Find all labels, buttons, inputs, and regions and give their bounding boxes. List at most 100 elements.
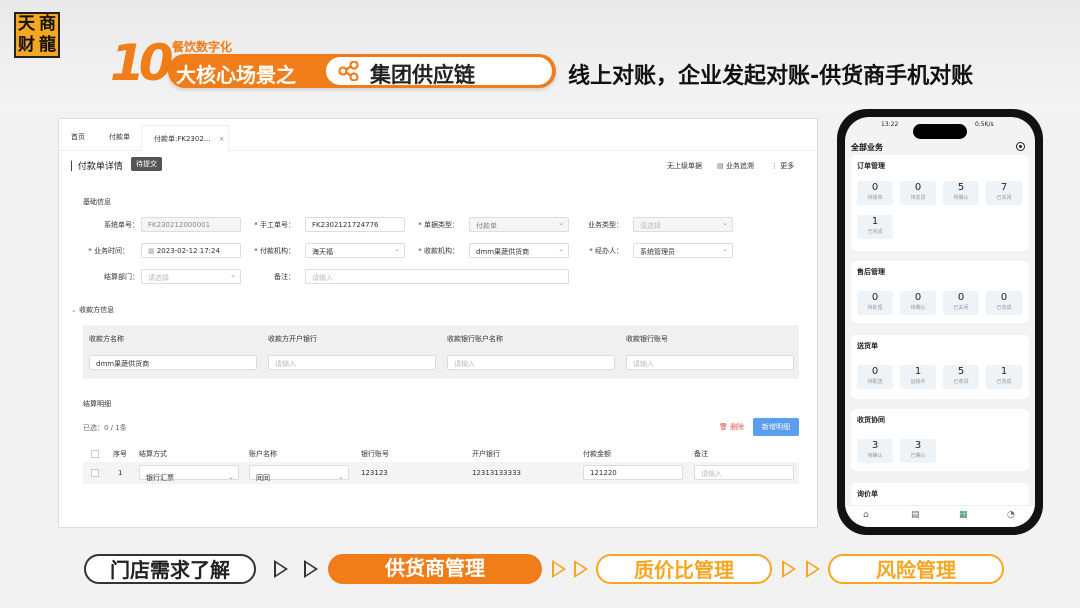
no-parent-doc-button[interactable]: 无上级单据 bbox=[667, 161, 702, 171]
receiver-name-input[interactable]: dmm果蔬供货商 bbox=[89, 355, 257, 370]
phone-screen: 13:22 0.5K/s 全部业务 订单管理 0 待接单 0 待发货 5 待确认 7已… bbox=[845, 117, 1035, 527]
field-label: * 单据类型： bbox=[418, 221, 459, 229]
brand-logo: 天 商 财 龍 bbox=[14, 12, 60, 58]
chevron-down-icon: ⌄ bbox=[71, 306, 80, 314]
add-detail-button[interactable]: 新增明细 bbox=[753, 418, 799, 436]
arrow-icon bbox=[552, 560, 566, 578]
settle-method-select[interactable]: 银行汇票 ⌄ bbox=[139, 465, 239, 482]
phone-page-title: 全部业务 bbox=[851, 143, 883, 152]
field-label: * 业务时间： bbox=[88, 247, 129, 255]
arrow-icon bbox=[304, 560, 318, 578]
tab-home[interactable]: 首页 bbox=[71, 132, 85, 142]
receiver-info-heading[interactable]: ⌄ 收款方信息 bbox=[71, 305, 114, 315]
stat[interactable]: 0 待确认 bbox=[900, 291, 936, 315]
tab-payment-list[interactable]: 付款单 bbox=[109, 132, 130, 142]
doc-icon[interactable]: ▤ bbox=[911, 510, 920, 520]
header-bar: 大核心场景之 集团供应链 bbox=[168, 54, 556, 88]
step-store-demand[interactable]: 门店需求了解 bbox=[84, 554, 256, 584]
field-label: * 收款机构： bbox=[418, 247, 459, 255]
status-badge: 待提交 bbox=[131, 157, 162, 171]
target-icon[interactable] bbox=[1016, 142, 1025, 151]
stat[interactable]: 1 运输中 bbox=[900, 365, 936, 389]
receiver-bank-input[interactable]: 请输入 bbox=[268, 355, 436, 370]
trace-button[interactable]: ▤ 业务追溯 bbox=[717, 161, 754, 171]
stat[interactable]: 0 待发货 bbox=[900, 181, 936, 205]
stat[interactable]: 1 已完成 bbox=[986, 365, 1022, 389]
biz-time-input[interactable]: ▦ 2023-02-12 17:24 bbox=[141, 243, 241, 258]
stat[interactable]: 0 已关闭 bbox=[943, 291, 979, 315]
stat[interactable]: 0 待接单 bbox=[857, 181, 893, 205]
doc-type-select[interactable]: 付款单 ⌄ bbox=[469, 217, 569, 232]
stat[interactable]: 5 已收货 bbox=[943, 365, 979, 389]
amount-input[interactable]: 121220 bbox=[583, 465, 683, 480]
step-quality-price[interactable]: 质价比管理 bbox=[596, 554, 772, 584]
receiver-col: 收款方开户银行 bbox=[268, 335, 317, 343]
receiving-card: 收货协同 3 待确认 3 已确认 bbox=[851, 409, 1029, 471]
stat[interactable]: 3 已确认 bbox=[900, 439, 936, 463]
receiver-account-name-input[interactable]: 请输入 bbox=[447, 355, 615, 370]
stat[interactable]: 0 待配送 bbox=[857, 365, 893, 389]
field-label: 备注： bbox=[274, 273, 295, 281]
stat[interactable]: 7 已关闭 bbox=[986, 181, 1022, 205]
stat[interactable]: 0 待处理 bbox=[857, 291, 893, 315]
field-label: 系统单号： bbox=[104, 221, 139, 229]
handler-select[interactable]: 系统管理员 ⌄ bbox=[633, 243, 733, 258]
page-title: ▏付款单详情 bbox=[71, 162, 123, 172]
header-left-text: 大核心场景之 bbox=[176, 63, 296, 87]
more-icon: ⋮ bbox=[771, 162, 781, 170]
field-label: 结算部门： bbox=[104, 273, 139, 281]
step-risk-mgmt[interactable]: 风险管理 bbox=[828, 554, 1004, 584]
payee-org-select[interactable]: dmm果蔬供货商 ⌄ bbox=[469, 243, 569, 258]
dynamic-island bbox=[913, 124, 967, 139]
select-all-checkbox[interactable] bbox=[91, 450, 99, 458]
bottom-nav: ⌂ ▤ ▦ ◔ bbox=[845, 505, 1035, 527]
table-row: 1 银行汇票 ⌄ 同同 ⌄ 123123 12313133333 121220 请输… bbox=[83, 462, 799, 484]
header-pill-text: 集团供应链 bbox=[370, 63, 475, 87]
row-remark-input[interactable]: 请输入 bbox=[694, 465, 794, 480]
account-name-select[interactable]: 同同 ⌄ bbox=[249, 465, 349, 482]
header-subtitle: 餐饮数字化 bbox=[172, 40, 233, 54]
close-icon[interactable]: × bbox=[219, 135, 225, 143]
web-app-window: 首页 付款单 付款单:FK2302... × ▏付款单详情 待提交 无上级单据 … bbox=[58, 118, 818, 528]
stat[interactable]: 3 待确认 bbox=[857, 439, 893, 463]
order-card: 订单管理 0 待接单 0 待发货 5 待确认 7 已关闭 1 已完成 bbox=[851, 155, 1029, 251]
trash-icon: 🗑 bbox=[719, 423, 731, 431]
receiver-account-no-input[interactable]: 请输入 bbox=[626, 355, 794, 370]
share-nodes-icon bbox=[338, 61, 359, 81]
receiver-col: 收款方名称 bbox=[89, 335, 124, 343]
home-icon[interactable]: ⌂ bbox=[863, 510, 869, 520]
more-button[interactable]: ⋮ 更多 bbox=[771, 161, 794, 171]
calendar-icon: ▦ bbox=[148, 247, 157, 255]
arrow-icon bbox=[782, 560, 796, 578]
aftersale-card: 售后管理 0 待处理 0 待确认 0 已关闭 0 已完成 bbox=[851, 261, 1029, 323]
settle-table-header: 序号 结算方式 账户名称 银行账号 开户银行 付款金额 备注 bbox=[83, 446, 799, 462]
manual-no-input[interactable]: FK2302121724776 bbox=[305, 217, 405, 232]
receiver-col: 收款银行账号 bbox=[626, 335, 668, 343]
header-pill: 集团供应链 bbox=[326, 57, 552, 87]
remark-input[interactable]: 请输入 bbox=[305, 269, 569, 284]
receiver-col: 收款银行账户名称 bbox=[447, 335, 503, 343]
delete-button[interactable]: 🗑 删除 bbox=[719, 422, 744, 432]
field-label: 业务类型： bbox=[588, 221, 623, 229]
row-checkbox[interactable] bbox=[91, 469, 99, 477]
tab-payment-detail[interactable]: 付款单:FK2302... × bbox=[141, 125, 229, 151]
header-right-text: 线上对账，企业发起对账-供货商手机对账 bbox=[568, 64, 974, 89]
field-label: * 付款机构： bbox=[254, 247, 295, 255]
stat[interactable]: 5 待确认 bbox=[943, 181, 979, 205]
dept-select[interactable]: 请选择 ⌄ bbox=[141, 269, 241, 284]
biz-type-select[interactable]: 请选择 ⌄ bbox=[633, 217, 733, 232]
arrow-icon bbox=[574, 560, 588, 578]
payer-org-select[interactable]: 海天福 ⌄ bbox=[305, 243, 405, 258]
stat[interactable]: 1 已完成 bbox=[857, 215, 893, 239]
arrow-icon bbox=[274, 560, 288, 578]
grid-icon[interactable]: ▦ bbox=[959, 510, 968, 520]
step-supplier-mgmt[interactable]: 供货商管理 bbox=[328, 554, 542, 584]
stat[interactable]: 0 已完成 bbox=[986, 291, 1022, 315]
field-label: * 手工单号： bbox=[254, 221, 295, 229]
chevron-down-icon: ⌄ bbox=[228, 473, 234, 481]
field-label: * 经办人： bbox=[589, 247, 623, 255]
tab-bar: 首页 付款单 付款单:FK2302... × bbox=[59, 119, 817, 151]
user-icon[interactable]: ◔ bbox=[1007, 510, 1015, 520]
system-no-input[interactable]: FK230212000001 bbox=[141, 217, 241, 232]
chevron-down-icon: ⌄ bbox=[722, 219, 728, 227]
